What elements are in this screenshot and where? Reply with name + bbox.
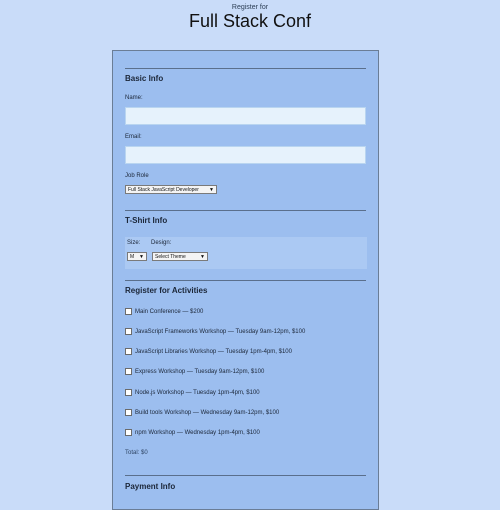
- chevron-down-icon: ▼: [139, 254, 144, 260]
- payment-heading: Payment Info: [125, 482, 176, 491]
- activity-item[interactable]: Express Workshop — Tuesday 9am-12pm, $10…: [125, 367, 264, 376]
- design-label: Design:: [151, 240, 172, 246]
- activity-label: Node.js Workshop — Tuesday 1pm-4pm, $100: [135, 389, 260, 396]
- activity-checkbox[interactable]: [125, 328, 132, 335]
- activity-checkbox[interactable]: [125, 348, 132, 355]
- page-title: Full Stack Conf: [188, 11, 312, 31]
- activities-divider: [125, 280, 366, 281]
- activity-checkbox[interactable]: [125, 409, 132, 416]
- activity-checkbox[interactable]: [125, 308, 132, 315]
- activity-item[interactable]: npm Workshop — Wednesday 1pm-4pm, $100: [125, 428, 260, 437]
- tshirt-heading: T-Shirt Info: [125, 216, 168, 225]
- page-subtitle: Register for: [231, 4, 269, 11]
- payment-divider: [125, 475, 366, 476]
- chevron-down-icon: ▼: [209, 187, 214, 193]
- activity-label: npm Workshop — Wednesday 1pm-4pm, $100: [135, 429, 260, 436]
- email-input[interactable]: [125, 146, 366, 164]
- activity-checkbox[interactable]: [125, 429, 132, 436]
- registration-form: Basic Info Name: Email: Job Role Full St…: [112, 50, 379, 510]
- basic-info-heading: Basic Info: [125, 74, 164, 83]
- activity-checkbox[interactable]: [125, 368, 132, 375]
- design-select[interactable]: Select Theme ▼: [152, 252, 208, 261]
- name-input[interactable]: [125, 107, 366, 125]
- activity-item[interactable]: Node.js Workshop — Tuesday 1pm-4pm, $100: [125, 388, 260, 397]
- job-role-label: Job Role: [125, 173, 149, 179]
- size-selected: M: [130, 254, 135, 260]
- size-label: Size:: [127, 240, 141, 246]
- activity-item[interactable]: Build tools Workshop — Wednesday 9am-12p…: [125, 408, 279, 417]
- activity-label: JavaScript Frameworks Workshop — Tuesday…: [135, 328, 306, 335]
- activity-item[interactable]: Main Conference — $200: [125, 307, 203, 316]
- job-role-select[interactable]: Full Stack JavaScript Developer ▼: [125, 185, 217, 194]
- activity-label: Build tools Workshop — Wednesday 9am-12p…: [135, 409, 280, 416]
- tshirt-options: Size: Design: M ▼ Select Theme ▼: [125, 237, 367, 269]
- chevron-down-icon: ▼: [200, 254, 205, 260]
- activities-total: Total: $0: [125, 450, 148, 456]
- basic-info-divider: [125, 68, 366, 69]
- activity-checkbox[interactable]: [125, 389, 132, 396]
- design-selected: Select Theme: [155, 254, 186, 260]
- activity-label: JavaScript Libraries Workshop — Tuesday …: [135, 348, 292, 355]
- email-label: Email:: [125, 134, 142, 140]
- activity-label: Main Conference — $200: [135, 308, 204, 315]
- job-role-selected: Full Stack JavaScript Developer: [128, 187, 199, 193]
- activities-heading: Register for Activities: [125, 286, 208, 295]
- activity-item[interactable]: JavaScript Libraries Workshop — Tuesday …: [125, 347, 292, 356]
- activity-label: Express Workshop — Tuesday 9am-12pm, $10…: [135, 368, 265, 375]
- tshirt-divider: [125, 210, 366, 211]
- name-label: Name:: [125, 95, 143, 101]
- activity-item[interactable]: JavaScript Frameworks Workshop — Tuesday…: [125, 327, 305, 336]
- size-select[interactable]: M ▼: [127, 252, 147, 261]
